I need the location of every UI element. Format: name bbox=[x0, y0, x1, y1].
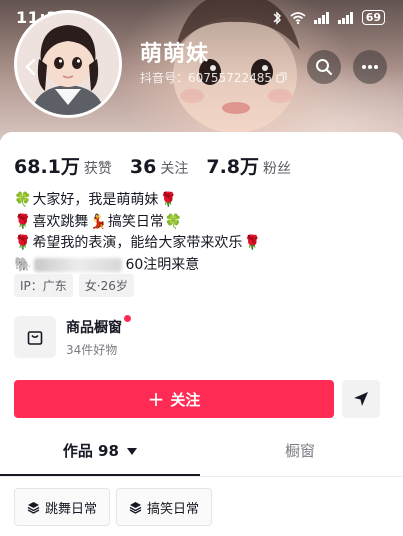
bio-line-4: 🐘 60注明来意 bbox=[14, 255, 261, 277]
more-icon bbox=[362, 65, 378, 69]
stack-icon bbox=[129, 501, 142, 514]
signal-icon-2 bbox=[337, 11, 353, 24]
chip-dance-daily[interactable]: 跳舞日常 bbox=[14, 488, 111, 526]
tab-works-label: 作品 98 bbox=[62, 442, 119, 460]
stat-followers-label: 粉丝 bbox=[263, 161, 292, 177]
clover-emoji: 🍀 bbox=[164, 213, 183, 230]
bluetooth-icon bbox=[273, 10, 281, 25]
stat-following[interactable]: 36 关注 bbox=[130, 156, 188, 178]
bio-line-3: 🌹 希望我的表演，能给大家带来欢乐 🌹 bbox=[14, 233, 261, 255]
stats-row: 68.1万 获赞 36 关注 7.8万 粉丝 bbox=[14, 152, 309, 179]
clover-emoji: 🍀 bbox=[14, 192, 32, 208]
tab-divider bbox=[0, 476, 403, 477]
bio-text-4: 60注明来意 bbox=[125, 256, 200, 273]
bio-text-2a: 喜欢跳舞 bbox=[32, 213, 89, 230]
collection-chips: 跳舞日常 搞笑日常 bbox=[14, 488, 213, 526]
status-icons: 69 bbox=[272, 10, 385, 25]
rose-emoji: 🌹 bbox=[14, 213, 32, 230]
stat-following-num: 36 bbox=[129, 156, 157, 178]
share-button[interactable] bbox=[342, 380, 380, 418]
bio-text-2b: 搞笑日常 bbox=[107, 213, 164, 230]
profile-nickname: 萌萌妹 bbox=[140, 42, 210, 67]
rose-emoji: 🌹 bbox=[243, 235, 261, 251]
dancer-emoji: 💃 bbox=[89, 213, 107, 230]
shop-window-entry[interactable]: 商品橱窗 34件好物 bbox=[14, 314, 131, 358]
shop-title-text: 商品橱窗 bbox=[66, 319, 122, 336]
tab-shop-window[interactable]: 橱窗 bbox=[200, 440, 400, 461]
stat-followers[interactable]: 7.8万 粉丝 bbox=[206, 152, 291, 179]
search-button[interactable] bbox=[307, 50, 341, 84]
chip-label: 跳舞日常 bbox=[45, 501, 98, 517]
bio-line-2: 🌹 喜欢跳舞 💃 搞笑日常 🍀 bbox=[14, 212, 261, 234]
follow-button[interactable]: + 关注 bbox=[14, 380, 334, 418]
stat-followers-num: 7.8万 bbox=[206, 156, 260, 178]
caret-down-icon bbox=[127, 448, 138, 455]
content-tabs: 作品 98 橱窗 bbox=[0, 440, 403, 477]
share-arrow-icon bbox=[354, 392, 368, 406]
stat-likes-label: 获赞 bbox=[83, 161, 112, 177]
douyin-id: 抖音号：60755722485 bbox=[140, 71, 272, 85]
follow-label: 关注 bbox=[170, 390, 201, 409]
chip-label: 搞笑日常 bbox=[147, 501, 200, 517]
tab-shop-label: 橱窗 bbox=[284, 442, 315, 460]
chip-funny-daily[interactable]: 搞笑日常 bbox=[116, 488, 213, 526]
shop-bag-icon bbox=[14, 316, 56, 358]
stat-likes-num: 68.1万 bbox=[14, 156, 80, 178]
profile-tags: IP：广东 女·26岁 bbox=[14, 274, 134, 297]
tab-works[interactable]: 作品 98 bbox=[0, 440, 200, 461]
bio-text-1: 大家好，我是萌萌妹 bbox=[32, 192, 159, 208]
plus-icon: + bbox=[147, 387, 165, 411]
ip-tag: IP：广东 bbox=[14, 274, 73, 297]
search-icon bbox=[316, 59, 333, 76]
more-button[interactable] bbox=[353, 50, 387, 84]
back-chevron-icon[interactable] bbox=[19, 55, 43, 79]
copy-icon[interactable] bbox=[276, 72, 287, 83]
notification-dot bbox=[124, 314, 131, 322]
rose-emoji: 🌹 bbox=[159, 192, 177, 208]
elephant-emoji: 🐘 bbox=[14, 256, 32, 273]
redacted-block bbox=[34, 258, 123, 273]
stat-likes[interactable]: 68.1万 获赞 bbox=[14, 152, 112, 179]
stack-icon bbox=[27, 501, 40, 514]
rose-emoji: 🌹 bbox=[14, 235, 32, 251]
bio: 🍀 大家好，我是萌萌妹 🌹 🌹 喜欢跳舞 💃 搞笑日常 🍀 🌹 希望我的表演，能… bbox=[14, 190, 261, 276]
douyin-id-row[interactable]: 抖音号：60755722485 bbox=[140, 69, 287, 86]
shop-title: 商品橱窗 bbox=[66, 314, 131, 337]
profile-sheet: 68.1万 获赞 36 关注 7.8万 粉丝 🍀 大家好，我是萌萌妹 🌹 🌹 喜… bbox=[0, 132, 403, 536]
stat-following-label: 关注 bbox=[160, 161, 189, 177]
battery-indicator: 69 bbox=[361, 10, 385, 25]
wifi-icon bbox=[290, 11, 306, 24]
signal-icon bbox=[313, 11, 329, 24]
gender-age-tag: 女·26岁 bbox=[78, 274, 134, 297]
shop-subtitle: 34件好物 bbox=[66, 342, 118, 357]
bio-line-1: 🍀 大家好，我是萌萌妹 🌹 bbox=[14, 190, 261, 212]
bio-text-3: 希望我的表演，能给大家带来欢乐 bbox=[32, 235, 243, 251]
